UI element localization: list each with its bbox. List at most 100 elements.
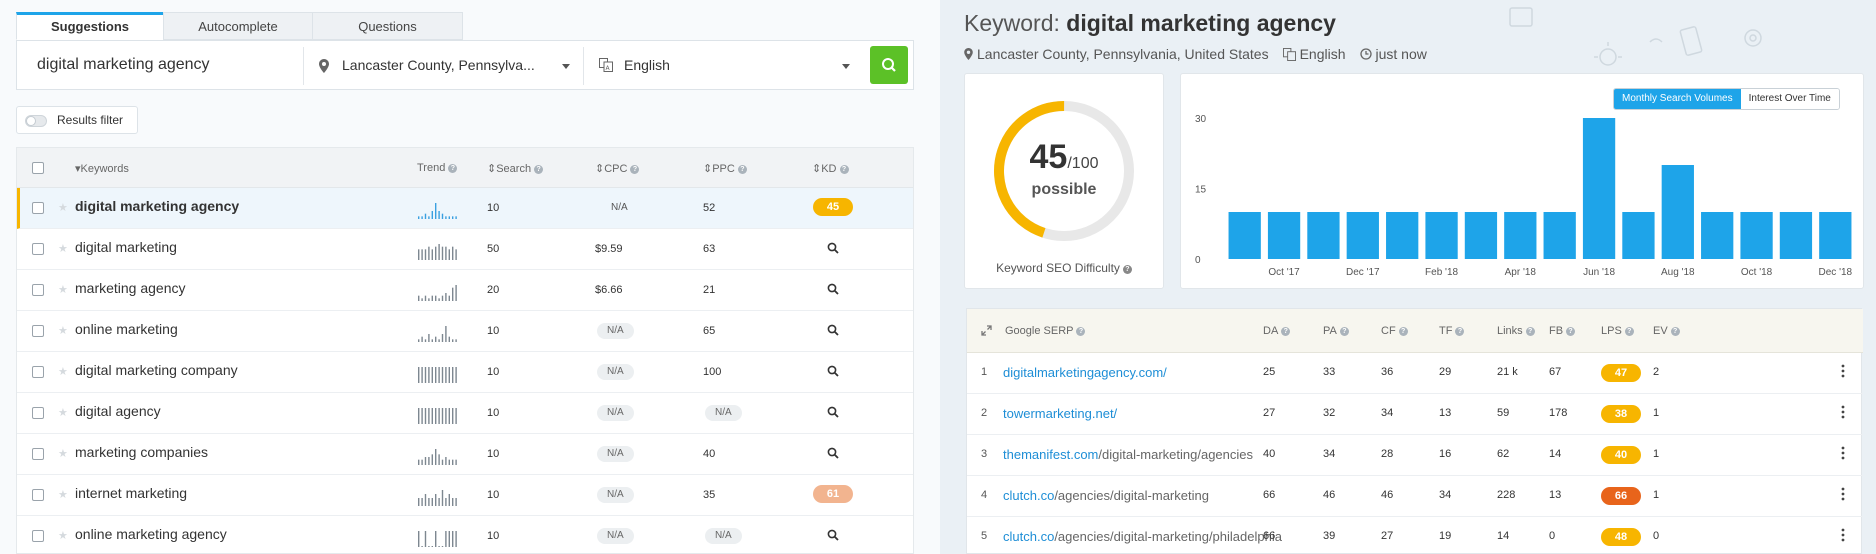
volume-bar[interactable]	[1228, 212, 1261, 259]
table-row[interactable]: ★ digital marketing company 10 N/A 100	[17, 352, 913, 393]
table-row[interactable]: ★ digital marketing agency 10 N/A 52 45	[17, 188, 913, 229]
star-icon[interactable]: ★	[58, 447, 68, 460]
col-kd[interactable]: ⇕KD?	[812, 162, 849, 175]
col-tf[interactable]: TF?	[1439, 325, 1465, 337]
more-options-icon[interactable]	[1841, 364, 1845, 378]
row-checkbox[interactable]	[32, 366, 44, 378]
chevron-down-icon[interactable]	[842, 64, 850, 69]
row-checkbox[interactable]	[32, 325, 44, 337]
star-icon[interactable]: ★	[58, 406, 68, 419]
keyword-text[interactable]: marketing companies	[75, 444, 208, 460]
star-icon[interactable]: ★	[58, 242, 68, 255]
tab-questions[interactable]: Questions	[312, 12, 463, 40]
star-icon[interactable]: ★	[58, 201, 68, 214]
toggle-switch[interactable]	[25, 115, 47, 127]
more-options-icon[interactable]	[1841, 446, 1845, 460]
row-checkbox[interactable]	[32, 284, 44, 296]
keyword-text[interactable]: marketing agency	[75, 280, 186, 296]
search-icon[interactable]	[827, 406, 839, 418]
keyword-text[interactable]: digital marketing agency	[75, 198, 239, 214]
col-trend[interactable]: Trend?	[417, 162, 458, 174]
col-pa[interactable]: PA?	[1323, 325, 1349, 337]
col-search[interactable]: ⇕Search?	[487, 162, 544, 175]
table-row[interactable]: ★ marketing agency 20 $6.66 21	[17, 270, 913, 311]
serp-domain[interactable]: clutch.co	[1003, 529, 1054, 544]
serp-path[interactable]: /digital-marketing/agencies	[1098, 447, 1253, 462]
kd-badge[interactable]: 61	[813, 485, 853, 503]
results-filter-toggle[interactable]: Results filter	[16, 106, 138, 134]
more-options-icon[interactable]	[1841, 405, 1845, 419]
star-icon[interactable]: ★	[58, 488, 68, 501]
search-icon[interactable]	[827, 324, 839, 336]
table-row[interactable]: ★ digital agency 10 N/A N/A	[17, 393, 913, 434]
keyword-text[interactable]: online marketing	[75, 321, 178, 337]
row-checkbox[interactable]	[32, 407, 44, 419]
monthly-volumes-toggle[interactable]: Monthly Search Volumes	[1614, 89, 1741, 109]
table-row[interactable]: ★ internet marketing 10 N/A 35 61	[17, 475, 913, 516]
serp-domain[interactable]: themanifest.com	[1003, 447, 1098, 462]
volume-bar[interactable]	[1819, 212, 1852, 259]
serp-url[interactable]: clutch.co/agencies/digital-marketing/phi…	[1003, 529, 1282, 544]
search-icon[interactable]	[827, 283, 839, 295]
row-checkbox[interactable]	[32, 202, 44, 214]
volume-bar[interactable]	[1386, 212, 1419, 259]
serp-url[interactable]: digitalmarketingagency.com/	[1003, 365, 1167, 380]
tab-suggestions[interactable]: Suggestions	[16, 12, 164, 40]
volume-bar[interactable]	[1464, 212, 1498, 259]
volume-bar[interactable]	[1661, 165, 1694, 259]
row-checkbox[interactable]	[32, 448, 44, 460]
volume-bar[interactable]	[1701, 212, 1734, 259]
volume-bar[interactable]	[1740, 212, 1773, 259]
expand-icon[interactable]	[981, 325, 992, 336]
row-checkbox[interactable]	[32, 530, 44, 542]
info-icon[interactable]: ?	[1122, 265, 1132, 274]
col-ppc[interactable]: ⇕PPC?	[703, 162, 747, 175]
volume-bar[interactable]	[1543, 212, 1576, 259]
serp-domain[interactable]: clutch.co	[1003, 488, 1054, 503]
col-da[interactable]: DA?	[1263, 325, 1291, 337]
serp-path[interactable]: /agencies/digital-marketing/philadelphia	[1054, 529, 1282, 544]
table-row[interactable]: ★ digital marketing 50 $9.59 63	[17, 229, 913, 270]
table-row[interactable]: ★ online marketing agency 10 N/A N/A	[17, 516, 913, 553]
search-button[interactable]	[870, 46, 908, 84]
col-ev[interactable]: EV?	[1653, 325, 1680, 337]
chevron-down-icon[interactable]	[562, 64, 570, 69]
row-checkbox[interactable]	[32, 243, 44, 255]
serp-domain[interactable]: digitalmarketingagency.com/	[1003, 365, 1167, 380]
star-icon[interactable]: ★	[58, 529, 68, 542]
serp-url[interactable]: themanifest.com/digital-marketing/agenci…	[1003, 447, 1253, 462]
language-select[interactable]: English	[624, 57, 670, 73]
kd-badge[interactable]: 45	[813, 198, 853, 216]
volume-bar[interactable]	[1582, 118, 1616, 259]
col-cpc[interactable]: ⇕CPC?	[595, 162, 640, 175]
serp-url[interactable]: towermarketing.net/	[1003, 406, 1117, 421]
keyword-text[interactable]: online marketing agency	[75, 526, 227, 542]
volume-bar[interactable]	[1267, 212, 1301, 259]
row-checkbox[interactable]	[32, 489, 44, 501]
more-options-icon[interactable]	[1841, 487, 1845, 501]
volume-bar[interactable]	[1425, 212, 1458, 259]
search-icon[interactable]	[827, 242, 839, 254]
search-icon[interactable]	[827, 447, 839, 459]
volume-bar[interactable]	[1307, 212, 1340, 259]
star-icon[interactable]: ★	[58, 324, 68, 337]
search-icon[interactable]	[827, 529, 839, 541]
col-lps[interactable]: LPS?	[1601, 325, 1634, 337]
table-row[interactable]: ★ online marketing 10 N/A 65	[17, 311, 913, 352]
serp-path[interactable]: /agencies/digital-marketing	[1054, 488, 1209, 503]
serp-url[interactable]: clutch.co/agencies/digital-marketing	[1003, 488, 1209, 503]
keyword-text[interactable]: digital agency	[75, 403, 161, 419]
more-options-icon[interactable]	[1841, 528, 1845, 542]
tab-autocomplete[interactable]: Autocomplete	[163, 12, 313, 40]
keyword-text[interactable]: digital marketing company	[75, 362, 238, 378]
col-fb[interactable]: FB?	[1549, 325, 1576, 337]
col-keywords[interactable]: ▾Keywords	[75, 162, 129, 175]
serp-domain[interactable]: towermarketing.net/	[1003, 406, 1117, 421]
keyword-input[interactable]: digital marketing agency	[37, 56, 210, 74]
volume-bar[interactable]	[1622, 212, 1655, 259]
col-links[interactable]: Links?	[1497, 325, 1535, 337]
volume-bar[interactable]	[1346, 212, 1379, 259]
select-all-checkbox[interactable]	[32, 162, 44, 174]
interest-over-time-toggle[interactable]: Interest Over Time	[1740, 89, 1839, 109]
keyword-text[interactable]: internet marketing	[75, 485, 187, 501]
